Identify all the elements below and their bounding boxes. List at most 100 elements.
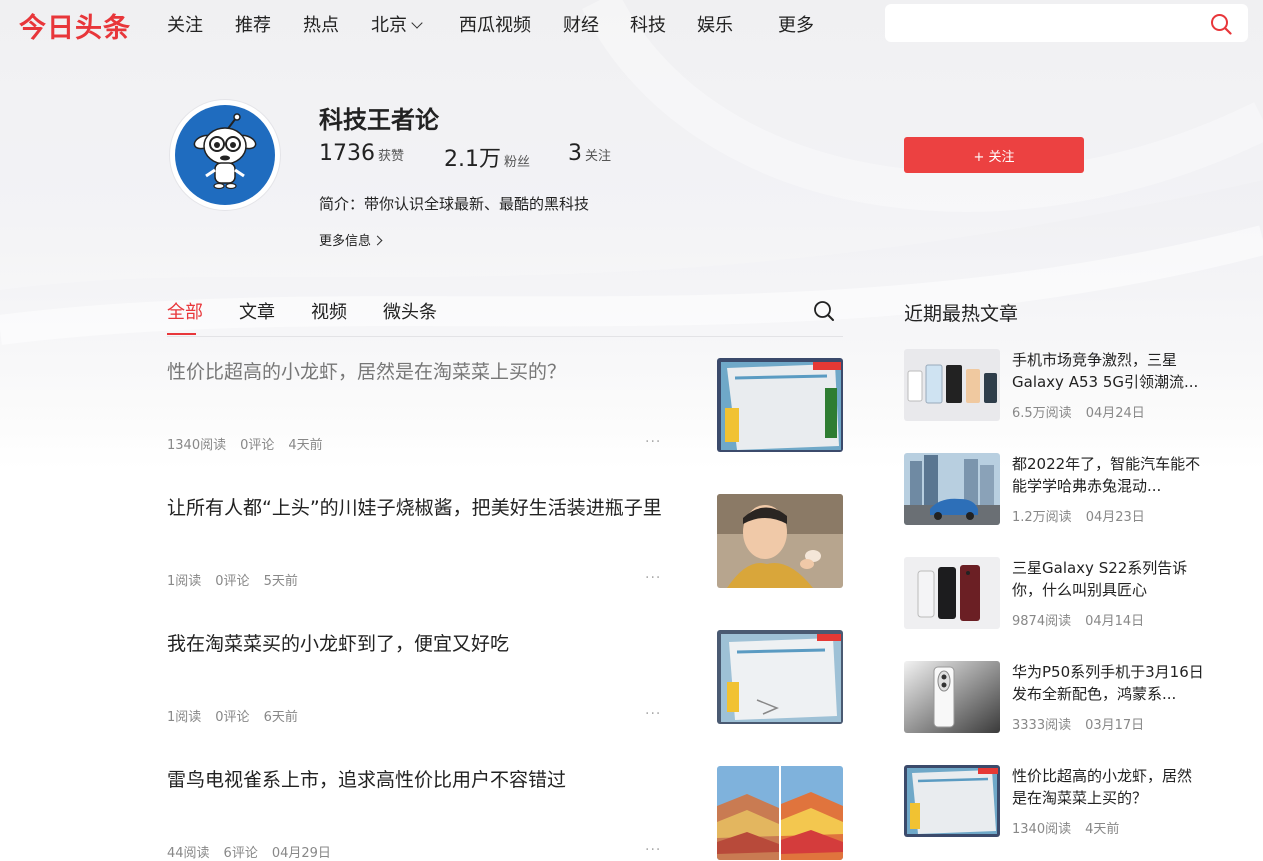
feed-item[interactable]: 我在淘菜菜买的小龙虾到了，便宜又好吃 1阅读 0评论 6天前 ··· bbox=[167, 630, 843, 725]
stat-likes: 1736 获赞 bbox=[319, 141, 404, 166]
chevron-down-icon bbox=[411, 17, 423, 29]
search-icon[interactable] bbox=[1210, 13, 1232, 39]
feed-meta: 44阅读 6评论 04月29日 bbox=[167, 842, 345, 861]
feed-time: 04月29日 bbox=[271, 846, 331, 861]
hot-article-date: 4天前 bbox=[1085, 822, 1120, 837]
hot-article-item[interactable]: 都2022年了，智能汽车能不能学学哈弗赤兔混动... 1.2万阅读 04月23日 bbox=[904, 453, 1204, 525]
following-count: 3 bbox=[568, 141, 582, 166]
feed-title[interactable]: 让所有人都“上头”的川娃子烧椒酱，把美好生活装进瓶子里 bbox=[167, 494, 667, 522]
feed-thumbnail[interactable] bbox=[717, 630, 843, 724]
follow-button[interactable]: + 关注 bbox=[904, 137, 1084, 173]
nav-item-recommend[interactable]: 推荐 bbox=[235, 11, 271, 37]
hot-article-thumbnail bbox=[904, 349, 1000, 421]
hot-article-reads: 1340阅读 bbox=[1012, 822, 1072, 837]
tab-videos[interactable]: 视频 bbox=[311, 298, 347, 324]
search-input[interactable] bbox=[897, 4, 1201, 42]
search-icon[interactable] bbox=[813, 300, 835, 326]
tab-articles[interactable]: 文章 bbox=[239, 298, 275, 324]
feed-title[interactable]: 我在淘菜菜买的小龙虾到了，便宜又好吃 bbox=[167, 630, 667, 658]
feed-comments: 6评论 bbox=[223, 846, 258, 861]
more-info-link[interactable]: 更多信息 bbox=[319, 230, 383, 249]
nav-item-tech[interactable]: 科技 bbox=[630, 11, 666, 37]
profile-name: 科技王者论 bbox=[319, 106, 439, 134]
hot-article-meta: 1.2万阅读 04月23日 bbox=[1012, 506, 1159, 525]
more-info-label: 更多信息 bbox=[319, 234, 372, 249]
hot-article-item[interactable]: 华为P50系列手机于3月16日发布全新配色，鸿蒙系... 3333阅读 03月17… bbox=[904, 661, 1204, 733]
hot-article-thumbnail bbox=[904, 661, 1000, 733]
stat-fans[interactable]: 2.1万 粉丝 bbox=[444, 141, 530, 173]
nav-item-hot[interactable]: 热点 bbox=[303, 11, 339, 37]
feed-item[interactable]: 让所有人都“上头”的川娃子烧椒酱，把美好生活装进瓶子里 1阅读 0评论 5天前 ··… bbox=[167, 494, 843, 589]
likes-count: 1736 bbox=[319, 141, 375, 166]
hot-article-title[interactable]: 性价比超高的小龙虾，居然是在淘菜菜上买的？ bbox=[1012, 765, 1204, 809]
nav-item-more[interactable]: 更多 bbox=[778, 11, 814, 37]
hot-article-reads: 9874阅读 bbox=[1012, 614, 1072, 629]
nav-city-label: 北京 bbox=[371, 15, 407, 36]
hot-article-item[interactable]: 三星Galaxy S22系列告诉你，什么叫别具匠心 9874阅读 04月14日 bbox=[904, 557, 1204, 629]
feed-comments: 0评论 bbox=[240, 438, 275, 453]
hot-article-item[interactable]: 性价比超高的小龙虾，居然是在淘菜菜上买的？ 1340阅读 4天前 bbox=[904, 765, 1204, 837]
tab-all[interactable]: 全部 bbox=[167, 298, 203, 324]
hot-article-date: 04月24日 bbox=[1085, 406, 1145, 421]
tab-micro[interactable]: 微头条 bbox=[383, 298, 437, 324]
nav-item-entertainment[interactable]: 娱乐 bbox=[697, 11, 733, 37]
feed-title[interactable]: 性价比超高的小龙虾，居然是在淘菜菜上买的？ bbox=[167, 358, 667, 386]
more-options-icon[interactable]: ··· bbox=[645, 434, 661, 450]
feed-thumbnail[interactable] bbox=[717, 494, 843, 588]
hot-article-reads: 3333阅读 bbox=[1012, 718, 1072, 733]
feed-reads: 44阅读 bbox=[167, 846, 210, 861]
hot-article-meta: 9874阅读 04月14日 bbox=[1012, 610, 1158, 629]
feed-thumbnail[interactable] bbox=[717, 358, 843, 452]
hot-article-reads: 6.5万阅读 bbox=[1012, 406, 1072, 421]
hot-article-thumbnail bbox=[904, 557, 1000, 629]
more-options-icon[interactable]: ··· bbox=[645, 706, 661, 722]
hot-article-meta: 6.5万阅读 04月24日 bbox=[1012, 402, 1159, 421]
nav-item-xigua[interactable]: 西瓜视频 bbox=[459, 11, 531, 37]
profile-intro: 简介：带你认识全球最新、最酷的黑科技 bbox=[319, 195, 590, 213]
feed-reads: 1阅读 bbox=[167, 710, 202, 725]
hot-article-title[interactable]: 华为P50系列手机于3月16日发布全新配色，鸿蒙系... bbox=[1012, 661, 1204, 705]
feed-meta: 1阅读 0评论 5天前 bbox=[167, 570, 312, 589]
hot-article-title[interactable]: 都2022年了，智能汽车能不能学学哈弗赤兔混动... bbox=[1012, 453, 1204, 497]
likes-label: 获赞 bbox=[378, 149, 405, 164]
content-tabs: 全部 文章 视频 微头条 bbox=[167, 298, 843, 337]
hot-article-thumbnail bbox=[904, 765, 1000, 837]
more-options-icon[interactable]: ··· bbox=[645, 570, 661, 586]
hot-article-date: 04月14日 bbox=[1085, 614, 1145, 629]
hot-article-thumbnail bbox=[904, 453, 1000, 525]
avatar bbox=[170, 100, 280, 210]
feed-time: 5天前 bbox=[263, 574, 298, 589]
hot-article-date: 04月23日 bbox=[1085, 510, 1145, 525]
feed-thumbnail[interactable] bbox=[717, 766, 843, 860]
feed-item[interactable]: 雷鸟电视雀系上市，追求高性价比用户不容错过 44阅读 6评论 04月29日 ··· bbox=[167, 766, 843, 861]
feed-comments: 0评论 bbox=[215, 710, 250, 725]
hot-article-date: 03月17日 bbox=[1085, 718, 1145, 733]
feed-reads: 1340阅读 bbox=[167, 438, 227, 453]
hot-article-title[interactable]: 手机市场竞争激烈，三星Galaxy A53 5G引领潮流... bbox=[1012, 349, 1204, 393]
logo[interactable]: 今日头条 bbox=[19, 6, 131, 45]
hot-article-item[interactable]: 手机市场竞争激烈，三星Galaxy A53 5G引领潮流... 6.5万阅读 04… bbox=[904, 349, 1204, 421]
hot-article-meta: 3333阅读 03月17日 bbox=[1012, 714, 1158, 733]
chevron-right-icon bbox=[372, 235, 383, 246]
hot-article-reads: 1.2万阅读 bbox=[1012, 510, 1072, 525]
nav-item-city[interactable]: 北京 bbox=[371, 11, 423, 37]
feed-meta: 1阅读 0评论 6天前 bbox=[167, 706, 312, 725]
search-box bbox=[885, 4, 1248, 42]
nav-item-finance[interactable]: 财经 bbox=[563, 11, 599, 37]
feed-meta: 1340阅读 0评论 4天前 bbox=[167, 434, 337, 453]
more-options-icon[interactable]: ··· bbox=[645, 842, 661, 858]
feed-title[interactable]: 雷鸟电视雀系上市，追求高性价比用户不容错过 bbox=[167, 766, 667, 794]
hot-article-title[interactable]: 三星Galaxy S22系列告诉你，什么叫别具匠心 bbox=[1012, 557, 1204, 601]
hot-article-meta: 1340阅读 4天前 bbox=[1012, 818, 1133, 837]
feed-comments: 0评论 bbox=[215, 574, 250, 589]
feed-reads: 1阅读 bbox=[167, 574, 202, 589]
nav-item-follow[interactable]: 关注 bbox=[167, 11, 203, 37]
following-label: 关注 bbox=[585, 149, 612, 164]
feed-time: 6天前 bbox=[263, 710, 298, 725]
stat-following[interactable]: 3 关注 bbox=[568, 141, 611, 166]
hot-articles-title: 近期最热文章 bbox=[904, 303, 1019, 325]
feed-item[interactable]: 性价比超高的小龙虾，居然是在淘菜菜上买的？ 1340阅读 0评论 4天前 ··· bbox=[167, 358, 843, 453]
fans-count: 2.1万 bbox=[444, 147, 501, 172]
active-tab-indicator bbox=[167, 333, 196, 335]
feed-time: 4天前 bbox=[288, 438, 323, 453]
